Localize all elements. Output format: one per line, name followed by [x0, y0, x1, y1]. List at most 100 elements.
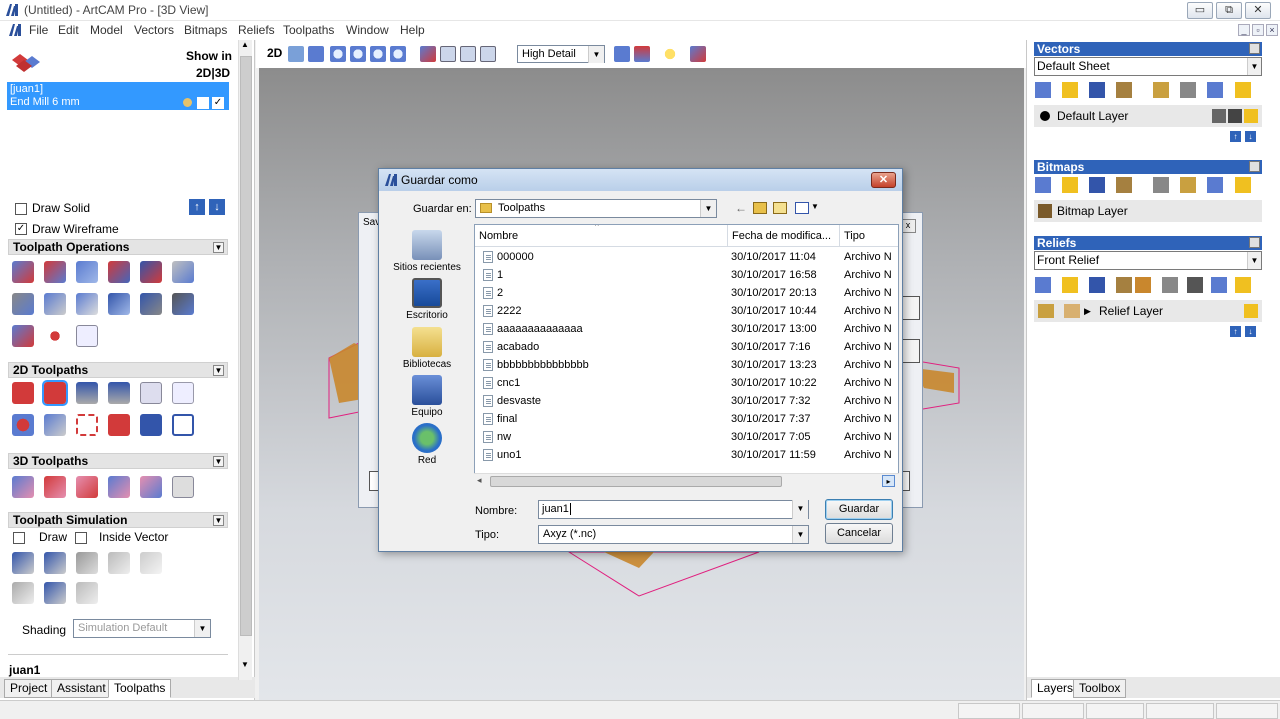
scroll-right-icon[interactable]: ▸: [882, 475, 895, 487]
menu-model[interactable]: Model: [90, 23, 123, 37]
tool-op-icon[interactable]: [76, 293, 98, 315]
file-row[interactable]: acabado 30/10/2017 7:16 Archivo N: [475, 338, 898, 356]
side-view-icon[interactable]: [480, 46, 496, 62]
tool-2d-icon[interactable]: [172, 382, 194, 404]
tool-2d-icon[interactable]: [76, 414, 98, 436]
tool-3d-icon[interactable]: [12, 476, 34, 498]
dialog-title-bar[interactable]: Guardar como ✕: [379, 169, 902, 191]
up-folder-icon[interactable]: [753, 202, 767, 214]
up-button-icon[interactable]: [900, 296, 920, 320]
tab-toolpaths[interactable]: Toolpaths: [108, 679, 172, 698]
iso-view-icon[interactable]: [420, 46, 436, 62]
collapse-icon[interactable]: ▼: [213, 242, 224, 253]
place-network[interactable]: Red: [382, 423, 472, 466]
new-folder-icon[interactable]: [773, 202, 787, 214]
down-button-icon[interactable]: [900, 339, 920, 363]
column-date-header[interactable]: Fecha de modifica...: [728, 225, 840, 247]
save-button[interactable]: Guardar: [825, 499, 893, 520]
sim-tool-icon[interactable]: [44, 552, 66, 574]
tab-layers[interactable]: Layers: [1031, 679, 1080, 698]
file-type-select[interactable]: Axyz (*.nc) ▼: [538, 525, 809, 544]
tool-op-icon[interactable]: [172, 293, 194, 315]
axis-icon[interactable]: [634, 46, 650, 62]
light-bulb-icon[interactable]: [662, 46, 678, 62]
tool-3d-icon[interactable]: [140, 476, 162, 498]
delete-relief-icon[interactable]: [1211, 277, 1227, 293]
tool-2d-icon[interactable]: [12, 414, 34, 436]
open-bitmap-icon[interactable]: [1062, 177, 1078, 193]
show-2d-checkbox[interactable]: [197, 97, 209, 109]
merge-relief-icon[interactable]: [1162, 277, 1178, 293]
mdi-app-icon[interactable]: [8, 23, 22, 37]
2d-toolpaths-header[interactable]: 2D Toolpaths ▼: [8, 362, 228, 378]
vectors-header[interactable]: Vectors: [1034, 42, 1262, 56]
zoom-out-icon[interactable]: [350, 46, 366, 62]
sim-tool-icon[interactable]: [44, 582, 66, 604]
dropdown-arrow-icon[interactable]: ▼: [1247, 58, 1261, 75]
tool-3d-icon[interactable]: [44, 476, 66, 498]
save-in-select[interactable]: Toolpaths ▼: [475, 199, 717, 218]
place-desktop[interactable]: Escritorio: [382, 278, 472, 321]
render-icon[interactable]: [614, 46, 630, 62]
bulb-layer-icon[interactable]: [1235, 82, 1251, 98]
file-row[interactable]: final 30/10/2017 7:37 Archivo N: [475, 410, 898, 428]
move-down-icon[interactable]: ↓: [1245, 131, 1256, 142]
file-list[interactable]: Nombre Fecha de modifica... Tipo ^ 00000…: [474, 224, 899, 489]
sim-tool-icon[interactable]: [12, 582, 34, 604]
menu-edit[interactable]: Edit: [58, 23, 79, 37]
relief-select[interactable]: Front Relief ▼: [1034, 251, 1262, 270]
bulb-relief-icon[interactable]: [1235, 277, 1251, 293]
scroll-up-icon[interactable]: ▲: [241, 40, 249, 49]
grid-relief-icon[interactable]: [1187, 277, 1203, 293]
tab-toolbox[interactable]: Toolbox: [1073, 679, 1127, 698]
expand-arrow-icon[interactable]: ▶: [1084, 300, 1091, 322]
move-down-icon[interactable]: ↓: [1245, 326, 1256, 337]
selected-toolpath-row[interactable]: [juan1] End Mill 6 mm ✓: [7, 82, 229, 110]
file-list-hscrollbar[interactable]: ◂ ▸: [474, 473, 899, 489]
tool-2d-icon[interactable]: [140, 414, 162, 436]
dropdown-arrow-icon[interactable]: ▼: [792, 526, 808, 543]
back-icon[interactable]: ←: [735, 201, 747, 215]
file-row[interactable]: 1 30/10/2017 16:58 Archivo N: [475, 266, 898, 284]
menu-help[interactable]: Help: [400, 23, 425, 37]
close-window-button[interactable]: ✕: [1245, 2, 1271, 19]
tool-op-icon[interactable]: [108, 261, 130, 283]
collapse-icon[interactable]: [1249, 161, 1260, 172]
tool-3d-icon[interactable]: [76, 476, 98, 498]
open-relief-icon[interactable]: [1062, 277, 1078, 293]
hscroll-thumb[interactable]: [490, 476, 782, 487]
move-up-icon[interactable]: ↑: [1230, 326, 1241, 337]
zoom-previous-icon[interactable]: [390, 46, 406, 62]
draw-solid-checkbox[interactable]: [15, 203, 27, 215]
delete-layer-icon[interactable]: [1207, 82, 1223, 98]
column-name-header[interactable]: Nombre: [475, 225, 728, 247]
bulb-bitmap-icon[interactable]: [1235, 177, 1251, 193]
sim-tool-icon[interactable]: [76, 552, 98, 574]
delete-bitmap-icon[interactable]: [1207, 177, 1223, 193]
bitmap-layer-row[interactable]: Bitmap Layer: [1034, 200, 1262, 222]
copy-layer-icon[interactable]: [1116, 82, 1132, 98]
tool-op-icon[interactable]: [76, 325, 98, 347]
new-layer-icon[interactable]: [1035, 82, 1051, 98]
sim-tool-icon[interactable]: [76, 582, 98, 604]
layer-color-icon[interactable]: [1040, 111, 1050, 121]
save-relief-icon[interactable]: [1089, 277, 1105, 293]
collapse-icon[interactable]: ▼: [213, 515, 224, 526]
relief-mode-icon[interactable]: [1064, 304, 1080, 318]
tool-2d-icon[interactable]: [108, 414, 130, 436]
front-view-icon[interactable]: [460, 46, 476, 62]
filename-input[interactable]: juan1 ▼: [538, 500, 809, 519]
toolpath-operations-header[interactable]: Toolpath Operations ▼: [8, 239, 228, 255]
sim-tool-icon[interactable]: [140, 552, 162, 574]
file-row[interactable]: 2222 30/10/2017 10:44 Archivo N: [475, 302, 898, 320]
pan-icon[interactable]: [288, 46, 304, 62]
combine-relief-icon[interactable]: [1135, 277, 1151, 293]
zoom-fit-icon[interactable]: [370, 46, 386, 62]
3d-toolpaths-header[interactable]: 3D Toolpaths ▼: [8, 453, 228, 469]
lock-icon[interactable]: [1212, 109, 1226, 123]
colour-bitmap-icon[interactable]: [1180, 177, 1196, 193]
reliefs-header[interactable]: Reliefs: [1034, 236, 1262, 250]
tool-op-icon[interactable]: [12, 293, 34, 315]
file-row[interactable]: cnc1 30/10/2017 10:22 Archivo N: [475, 374, 898, 392]
tool-2d-icon[interactable]: [76, 382, 98, 404]
